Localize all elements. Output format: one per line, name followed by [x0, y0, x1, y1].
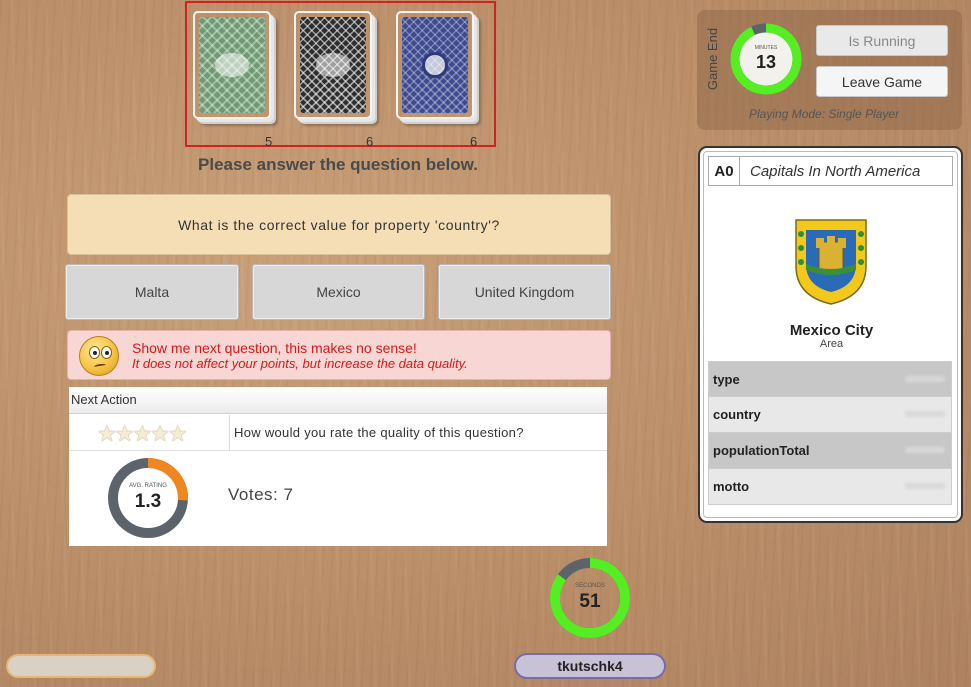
- confused-face-icon: [79, 336, 119, 376]
- avg-rating-label: AVG. RATING: [129, 483, 167, 489]
- deck-green[interactable]: 5: [193, 11, 279, 149]
- property-row-type: type: [708, 361, 952, 397]
- deck-black[interactable]: 6: [294, 11, 380, 149]
- property-row-motto: motto: [708, 469, 952, 505]
- votes-count: Votes: 7: [228, 485, 294, 504]
- game-status-panel: Game End MINUTES 13 Is Running Leave Gam…: [697, 10, 962, 130]
- avg-rating-value: 1.3: [134, 491, 162, 512]
- card-category: Capitals In North America: [739, 156, 953, 186]
- rate-question-prompt: How would you rate the quality of this q…: [234, 425, 524, 440]
- coat-of-arms-icon: [795, 219, 867, 305]
- playing-mode-text: Playing Mode: Single Player: [749, 107, 900, 121]
- timer-value: 51: [579, 591, 601, 612]
- leave-game-button[interactable]: Leave Game: [816, 66, 948, 97]
- property-label: country: [713, 407, 761, 422]
- card-back-blue: [396, 11, 474, 119]
- question-timer: SECONDS 51: [549, 557, 631, 639]
- answer-button-mexico[interactable]: Mexico: [252, 264, 425, 320]
- entity-card: A0 Capitals In North America Mexico City…: [698, 146, 963, 523]
- divider: [229, 415, 230, 450]
- property-label: motto: [713, 479, 750, 494]
- property-row-population-total: populationTotal: [708, 433, 952, 469]
- skip-question-title: Show me next question, this makes no sen…: [132, 340, 417, 356]
- timer-label: SECONDS: [575, 583, 605, 589]
- opponent-badge: [6, 654, 156, 678]
- card-title: Mexico City: [789, 322, 874, 339]
- star-rating-input[interactable]: ★★★★★: [97, 421, 188, 447]
- minutes-label: MINUTES: [754, 45, 778, 51]
- property-label: populationTotal: [713, 443, 810, 458]
- game-end-label: Game End: [705, 27, 720, 91]
- skip-question-button[interactable]: Show me next question, this makes no sen…: [67, 330, 611, 380]
- next-action-panel: Next Action ★★★★★ How would you rate the…: [69, 387, 607, 546]
- user-badge: tkutschk4: [514, 653, 666, 679]
- card-subtitle: Area: [819, 338, 844, 350]
- next-action-header: Next Action: [69, 387, 607, 414]
- question-text: What is the correct value for property '…: [67, 194, 611, 255]
- is-running-button[interactable]: Is Running: [816, 25, 948, 56]
- minutes-value: 13: [755, 52, 777, 72]
- deck-blue[interactable]: 6: [396, 11, 482, 149]
- skip-question-note: It does not affect your points, but incr…: [132, 356, 468, 371]
- property-row-country: country: [708, 397, 952, 433]
- deck-count: 5: [265, 134, 273, 149]
- answer-button-united-kingdom[interactable]: United Kingdom: [438, 264, 611, 320]
- question-prompt: Please answer the question below.: [198, 155, 478, 174]
- card-back-black: [294, 11, 372, 119]
- divider: [69, 450, 607, 451]
- answer-button-malta[interactable]: Malta: [65, 264, 239, 320]
- card-back-green: [193, 11, 271, 119]
- deck-count: 6: [470, 134, 478, 149]
- card-decks: 5 6 6: [185, 1, 496, 149]
- deck-count: 6: [366, 134, 374, 149]
- card-id: A0: [708, 156, 740, 186]
- property-label: type: [713, 371, 740, 387]
